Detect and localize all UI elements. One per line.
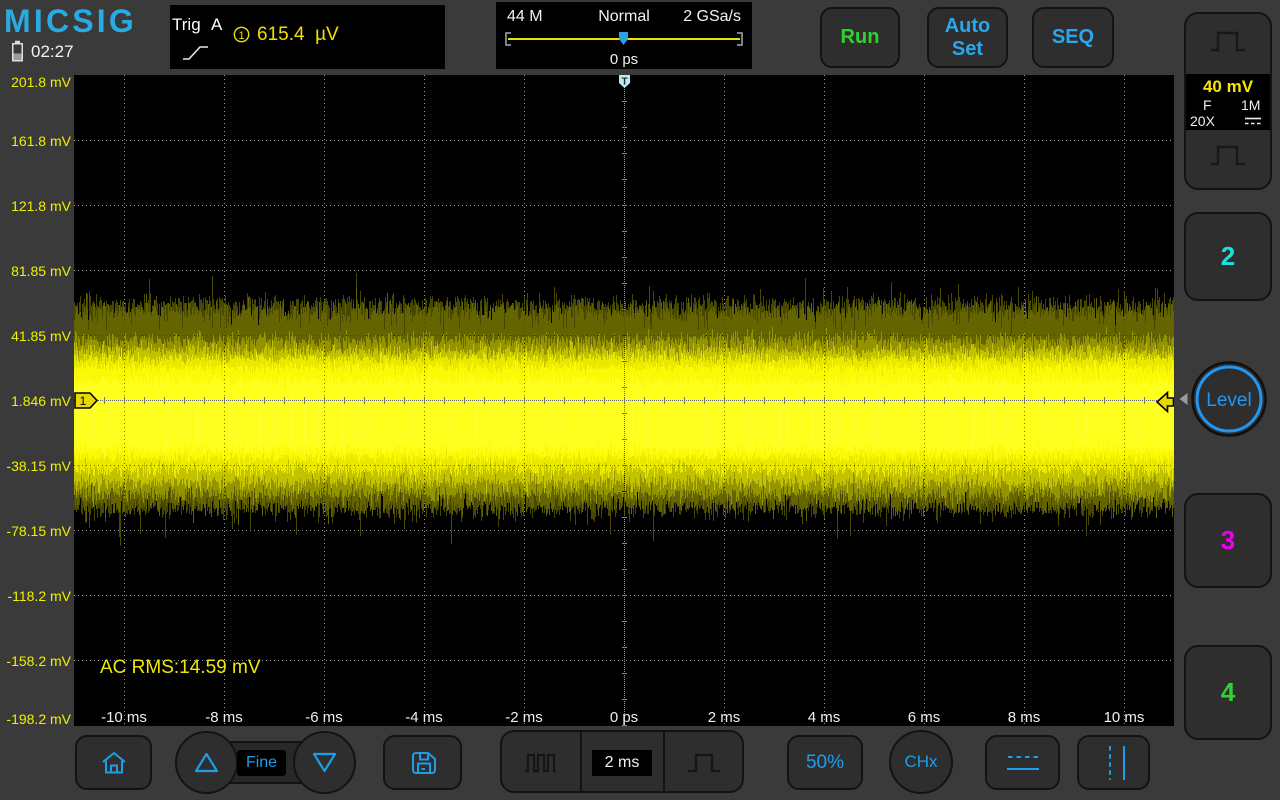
svg-text:1: 1 [238, 30, 244, 42]
svg-text:T: T [621, 77, 627, 88]
svg-text:Level: Level [1206, 390, 1251, 411]
svg-text:-6 ms: -6 ms [305, 709, 343, 726]
svg-text:1: 1 [80, 394, 87, 408]
svg-text:AC RMS:14.59 mV: AC RMS:14.59 mV [100, 657, 261, 678]
svg-text:-8 ms: -8 ms [205, 709, 243, 726]
svg-text:8 ms: 8 ms [1008, 709, 1041, 726]
svg-text:2 ms: 2 ms [708, 709, 741, 726]
svg-text:-4 ms: -4 ms [405, 709, 443, 726]
svg-text:-2 ms: -2 ms [505, 709, 543, 726]
svg-text:0 ps: 0 ps [610, 709, 638, 726]
svg-text:4 ms: 4 ms [808, 709, 841, 726]
svg-text:MICSIG: MICSIG [4, 7, 137, 37]
svg-text:-10 ms: -10 ms [101, 709, 147, 726]
svg-text:6 ms: 6 ms [908, 709, 941, 726]
svg-text:10 ms: 10 ms [1104, 709, 1145, 726]
